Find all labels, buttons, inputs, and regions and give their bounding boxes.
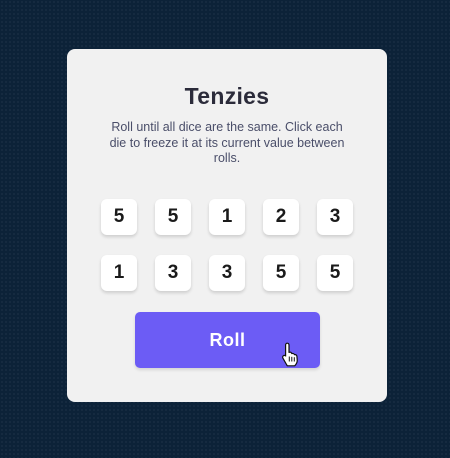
die-9[interactable]: 5 — [263, 255, 299, 291]
die-1[interactable]: 5 — [101, 199, 137, 235]
die-3[interactable]: 1 — [209, 199, 245, 235]
die-4[interactable]: 2 — [263, 199, 299, 235]
game-card: Tenzies Roll until all dice are the same… — [67, 49, 387, 402]
die-8[interactable]: 3 — [209, 255, 245, 291]
die-2[interactable]: 5 — [155, 199, 191, 235]
game-instructions: Roll until all dice are the same. Click … — [109, 120, 345, 165]
hand-pointer-cursor-icon — [282, 342, 298, 367]
die-10[interactable]: 5 — [317, 255, 353, 291]
die-5[interactable]: 3 — [317, 199, 353, 235]
die-7[interactable]: 3 — [155, 255, 191, 291]
dice-grid: 5 5 1 2 3 1 3 3 5 5 — [101, 199, 353, 291]
die-6[interactable]: 1 — [101, 255, 137, 291]
game-title: Tenzies — [184, 83, 270, 109]
